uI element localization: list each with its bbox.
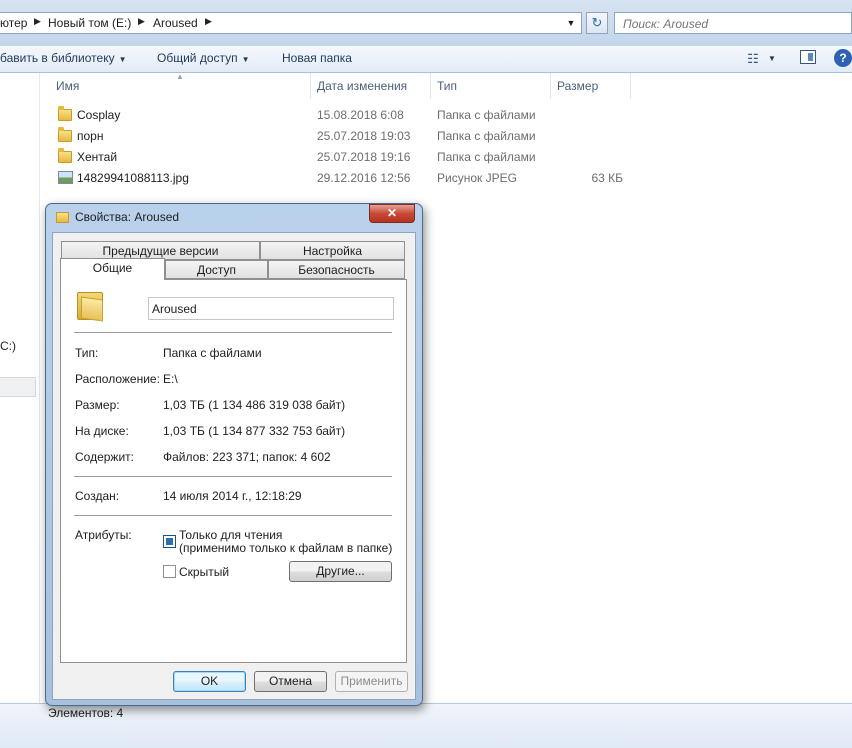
column-header-type[interactable]: Тип (431, 73, 551, 99)
cancel-button[interactable]: Отмена (254, 671, 327, 692)
size-label: Размер: (75, 398, 120, 412)
readonly-checkbox[interactable] (163, 535, 176, 548)
share-button[interactable]: Общий доступ ▼ (157, 51, 250, 65)
change-view-icon[interactable]: ☷ (744, 50, 762, 68)
nav-item-selected[interactable] (0, 377, 36, 397)
file-type: Папка с файлами (437, 150, 536, 164)
address-history-dropdown-icon[interactable]: ▼ (563, 14, 579, 32)
folder-name-input[interactable] (148, 297, 394, 320)
file-name: 14829941088113.jpg (77, 171, 189, 185)
command-bar: бавить в библиотеку ▼ Общий доступ ▼ Новая… (0, 46, 852, 73)
new-folder-button[interactable]: Новая папка (282, 51, 352, 65)
refresh-button[interactable]: ↻ (586, 12, 608, 34)
file-type: Рисунок JPEG (437, 171, 517, 185)
divider (74, 515, 392, 516)
breadcrumb-computer[interactable]: ютер (0, 16, 27, 30)
file-date: 29.12.2016 12:56 (317, 171, 411, 185)
tab-security[interactable]: Безопасность (268, 260, 405, 279)
refresh-icon: ↻ (591, 15, 603, 30)
preview-pane-icon[interactable] (800, 50, 816, 64)
file-row[interactable]: порн 25.07.2018 19:03 Папка с файлами (50, 126, 630, 147)
close-icon: ✕ (386, 206, 398, 220)
file-row[interactable]: Хентай 25.07.2018 19:16 Папка с файлами (50, 147, 630, 168)
search-box[interactable] (614, 12, 852, 34)
close-button[interactable]: ✕ (369, 204, 415, 223)
location-label: Расположение: (75, 372, 160, 386)
readonly-label[interactable]: Только для чтения (применимо только к фа… (179, 529, 392, 555)
item-count: Элементов: 4 (48, 706, 124, 720)
location-value: E:\ (163, 372, 178, 386)
add-to-library-label: бавить в библиотеку (0, 51, 115, 65)
breadcrumb-separator-icon[interactable]: ▶ (205, 16, 212, 27)
contains-value: Файлов: 223 371; папок: 4 602 (163, 450, 331, 464)
chevron-down-icon: ▼ (241, 55, 250, 64)
folder-icon (58, 127, 72, 142)
file-date: 25.07.2018 19:16 (317, 150, 411, 164)
folder-icon (58, 106, 72, 121)
created-value: 14 июля 2014 г., 12:18:29 (163, 489, 302, 503)
new-folder-label: Новая папка (282, 51, 352, 65)
file-type: Папка с файлами (437, 108, 536, 122)
ok-button[interactable]: OK (173, 671, 246, 692)
address-bar[interactable]: ютер ▶ Новый том (E:) ▶ Aroused ▶ (0, 12, 582, 34)
divider (74, 332, 392, 333)
folder-large-icon (77, 292, 103, 322)
size-on-disk-label: На диске: (75, 424, 129, 438)
breadcrumb-separator-icon[interactable]: ▶ (34, 16, 41, 27)
created-label: Создан: (75, 489, 120, 503)
hidden-checkbox[interactable] (163, 565, 176, 578)
folder-icon (56, 212, 69, 223)
search-input[interactable] (621, 14, 845, 34)
apply-button[interactable]: Применить (335, 671, 408, 692)
tab-panel-general (60, 279, 407, 663)
hidden-label[interactable]: Скрытый (179, 565, 229, 579)
divider (74, 476, 392, 477)
advanced-attributes-button[interactable]: Другие... (289, 561, 392, 582)
breadcrumb-folder[interactable]: Aroused (153, 16, 198, 30)
file-type: Папка с файлами (437, 129, 536, 143)
file-row[interactable]: 14829941088113.jpg 29.12.2016 12:56 Рису… (50, 168, 630, 189)
help-icon[interactable]: ? (834, 49, 852, 67)
type-label: Тип: (75, 346, 99, 360)
file-name: порн (77, 129, 104, 143)
add-to-library-button[interactable]: бавить в библиотеку ▼ (0, 51, 127, 65)
image-file-icon (58, 171, 73, 184)
file-row[interactable]: Cosplay 15.08.2018 6:08 Папка с файлами (50, 105, 630, 126)
column-header-date[interactable]: Дата изменения (311, 73, 431, 99)
tab-sharing[interactable]: Доступ (165, 260, 268, 279)
attributes-label: Атрибуты: (75, 528, 132, 542)
file-name: Cosplay (77, 108, 121, 122)
tab-general[interactable]: Общие (60, 258, 165, 280)
sort-ascending-icon: ▲ (176, 72, 184, 81)
readonly-label-line2: (применимо только к файлам в папке) (179, 541, 393, 555)
contains-label: Содержит: (75, 450, 134, 464)
nav-item-drive-c[interactable]: C:) (0, 339, 16, 353)
file-date: 25.07.2018 19:03 (317, 129, 411, 143)
breadcrumb-separator-icon[interactable]: ▶ (138, 16, 145, 27)
tab-customize[interactable]: Настройка (260, 241, 405, 260)
breadcrumb-drive[interactable]: Новый том (E:) (48, 16, 131, 30)
chevron-down-icon: ▼ (118, 55, 127, 64)
type-value: Папка с файлами (163, 346, 262, 360)
share-label: Общий доступ (157, 51, 238, 65)
column-header-size[interactable]: Размер (551, 73, 631, 99)
dialog-title: Свойства: Aroused (75, 210, 180, 224)
file-size: 63 КБ (591, 171, 623, 185)
status-bar (0, 703, 852, 748)
size-on-disk-value: 1,03 ТБ (1 134 877 332 753 байт) (163, 424, 346, 438)
chevron-down-icon[interactable]: ▼ (768, 50, 780, 68)
file-date: 15.08.2018 6:08 (317, 108, 404, 122)
size-value: 1,03 ТБ (1 134 486 319 038 байт) (163, 398, 346, 412)
file-name: Хентай (77, 150, 118, 164)
folder-icon (58, 148, 72, 163)
